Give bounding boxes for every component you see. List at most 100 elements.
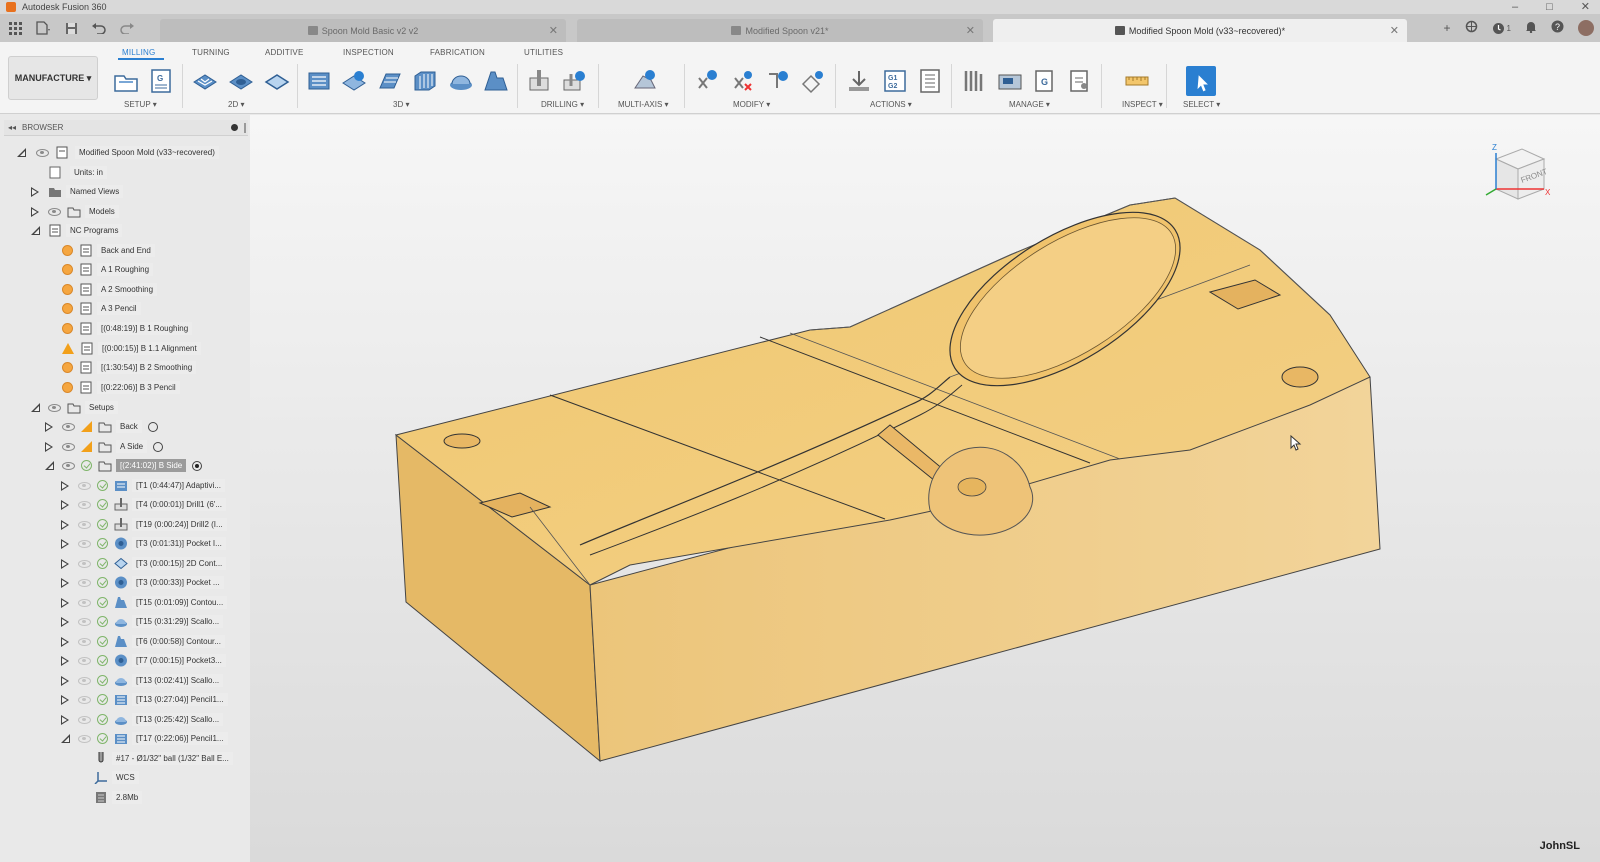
collapse-icon[interactable]: [44, 460, 54, 472]
expand-icon[interactable]: [60, 655, 70, 667]
browser-resize-handle[interactable]: [244, 123, 246, 133]
activate-setup-radio[interactable]: [153, 441, 164, 452]
3d-viewport[interactable]: FRONT Z X JohnSL: [250, 115, 1600, 862]
visibility-eye-icon[interactable]: [78, 578, 91, 587]
tree-item-models[interactable]: Models: [30, 202, 119, 221]
visibility-eye-icon[interactable]: [62, 422, 75, 431]
visibility-eye-icon[interactable]: [62, 442, 75, 451]
operation-item[interactable]: [T15 (0:01:09)] Contou...: [60, 593, 228, 612]
expand-icon[interactable]: [60, 636, 70, 648]
operation-item[interactable]: [T13 (0:02:41)] Scallo...: [60, 671, 224, 690]
redo-icon[interactable]: [118, 19, 136, 37]
select-tool-icon[interactable]: [1186, 66, 1216, 96]
expand-icon[interactable]: [30, 206, 40, 218]
operation-item[interactable]: [T3 (0:00:15)] 2D Cont...: [60, 554, 227, 573]
operation-item[interactable]: [T13 (0:27:04)] Pencil1...: [60, 690, 228, 709]
view-cube[interactable]: FRONT Z X: [1482, 137, 1552, 207]
expand-icon[interactable]: [60, 694, 70, 706]
3d-scallop-icon[interactable]: [448, 68, 474, 94]
operation-item[interactable]: [T6 (0:00:58)] Contour...: [60, 632, 225, 651]
visibility-eye-icon[interactable]: [78, 676, 91, 685]
visibility-eye-icon[interactable]: [78, 500, 91, 509]
visibility-eye-icon[interactable]: [78, 637, 91, 646]
group-modify-label[interactable]: MODIFY ▾: [733, 100, 770, 109]
delete-toolpath-icon[interactable]: [730, 68, 756, 94]
machine-library-icon[interactable]: [997, 68, 1023, 94]
tree-item-named-views[interactable]: Named Views: [30, 182, 124, 201]
data-panel-grid-icon[interactable]: [6, 19, 24, 37]
spoon-mold-model[interactable]: [250, 115, 1600, 862]
operation-item[interactable]: [T3 (0:00:33)] Pocket ...: [60, 573, 224, 592]
save-icon[interactable]: [62, 19, 80, 37]
workspace-switcher[interactable]: MANUFACTURE ▾: [8, 56, 98, 100]
group-3d-label[interactable]: 3D ▾: [393, 100, 409, 109]
active-setup-radio[interactable]: [192, 460, 203, 471]
expand-icon[interactable]: [60, 714, 70, 726]
copy-toolpath-icon[interactable]: [800, 68, 826, 94]
tree-item-units[interactable]: Units: in: [48, 163, 107, 182]
visibility-eye-icon[interactable]: [48, 207, 61, 216]
visibility-eye-icon[interactable]: [48, 403, 61, 412]
visibility-eye-icon[interactable]: [78, 520, 91, 529]
tab-fabrication[interactable]: FABRICATION: [430, 48, 485, 57]
visibility-eye-icon[interactable]: [78, 598, 91, 607]
document-tab[interactable]: Modified Spoon v21* ✕: [577, 19, 983, 42]
expand-icon[interactable]: [60, 499, 70, 511]
tab-close-icon[interactable]: ✕: [549, 24, 558, 37]
expand-icon[interactable]: [60, 675, 70, 687]
nc-program-item[interactable]: [(1:30:54)] B 2 Smoothing: [62, 358, 197, 377]
activate-setup-radio[interactable]: [147, 421, 158, 432]
expand-icon[interactable]: [60, 538, 70, 550]
operation-item[interactable]: [T17 (0:22:06)] Pencil1...: [60, 729, 228, 748]
simulate-icon[interactable]: [846, 68, 872, 94]
expand-icon[interactable]: [60, 597, 70, 609]
visibility-eye-icon[interactable]: [78, 715, 91, 724]
undo-icon[interactable]: [90, 19, 108, 37]
nc-program-item[interactable]: Back and End: [62, 241, 155, 260]
group-2d-label[interactable]: 2D ▾: [228, 100, 244, 109]
expand-icon[interactable]: [30, 186, 40, 198]
collapse-icon[interactable]: [60, 733, 70, 745]
drill-icon[interactable]: [526, 68, 552, 94]
tool-library-icon[interactable]: [961, 68, 987, 94]
post-process-icon[interactable]: G1 G2: [882, 68, 908, 94]
close-window-button[interactable]: ✕: [1581, 0, 1590, 14]
template-library-icon[interactable]: [1067, 68, 1093, 94]
visibility-eye-icon[interactable]: [78, 695, 91, 704]
3d-steep-shallow-icon[interactable]: [483, 68, 509, 94]
group-manage-label[interactable]: MANAGE ▾: [1009, 100, 1050, 109]
wcs-item[interactable]: WCS: [94, 768, 139, 787]
2d-pocket-icon[interactable]: [228, 68, 254, 94]
extensions-icon[interactable]: [1465, 20, 1478, 36]
drill-select-icon[interactable]: [562, 68, 588, 94]
nc-program-item[interactable]: A 3 Pencil: [62, 299, 141, 318]
nc-program-item[interactable]: [(0:22:06)] B 3 Pencil: [62, 378, 180, 397]
collapse-icon[interactable]: [30, 402, 40, 414]
collapse-icon[interactable]: [30, 225, 40, 237]
operation-item[interactable]: [T7 (0:00:15)] Pocket3...: [60, 651, 226, 670]
operation-item[interactable]: [T3 (0:01:31)] Pocket I...: [60, 534, 226, 553]
tab-inspection[interactable]: INSPECTION: [343, 48, 394, 57]
measure-icon[interactable]: [1124, 68, 1150, 94]
2d-adaptive-icon[interactable]: [192, 68, 218, 94]
tree-root[interactable]: Modified Spoon Mold (v33~recovered): [16, 143, 219, 162]
visibility-eye-icon[interactable]: [78, 481, 91, 490]
file-menu-icon[interactable]: [34, 19, 52, 37]
expand-icon[interactable]: [44, 421, 54, 433]
visibility-eye-icon[interactable]: [78, 734, 91, 743]
tab-close-icon[interactable]: ✕: [1390, 24, 1399, 37]
operation-item[interactable]: [T1 (0:44:47)] Adaptivi...: [60, 476, 225, 495]
tree-item-setups[interactable]: Setups: [30, 398, 118, 417]
help-icon[interactable]: ?: [1551, 20, 1564, 36]
trim-toolpath-icon[interactable]: [694, 68, 720, 94]
expand-icon[interactable]: [60, 616, 70, 628]
nc-program-item[interactable]: [(0:00:15)] B 1.1 Alignment: [62, 339, 201, 358]
3d-parallel-icon[interactable]: [412, 68, 438, 94]
expand-icon[interactable]: [60, 558, 70, 570]
tree-item-nc-programs[interactable]: NC Programs: [30, 221, 123, 240]
job-status-icon[interactable]: 1: [1492, 22, 1511, 35]
visibility-eye-icon[interactable]: [78, 539, 91, 548]
visibility-eye-icon[interactable]: [78, 559, 91, 568]
reorder-toolpath-icon[interactable]: [765, 68, 791, 94]
document-tab[interactable]: Spoon Mold Basic v2 v2 ✕: [160, 19, 566, 42]
